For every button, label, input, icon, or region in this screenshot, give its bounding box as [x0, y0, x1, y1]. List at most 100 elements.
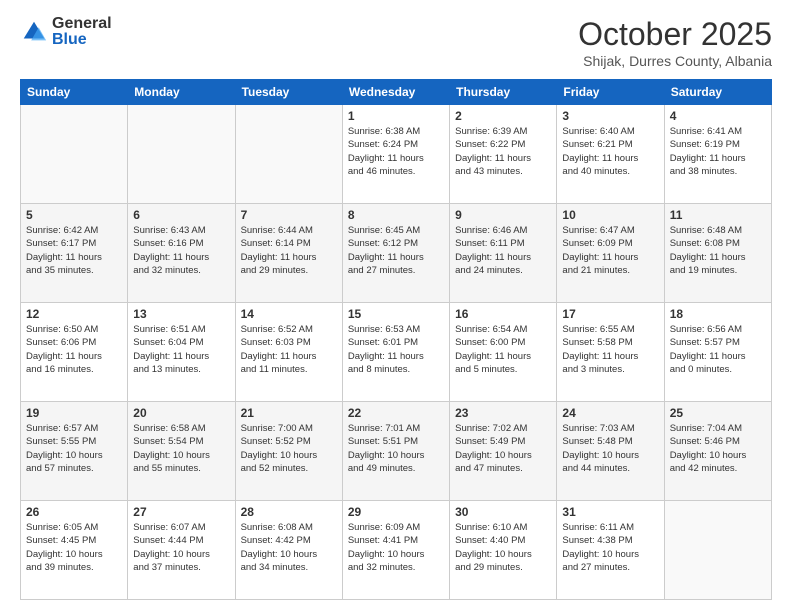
day-number: 19 [26, 406, 122, 420]
day-info: Sunrise: 6:38 AM Sunset: 6:24 PM Dayligh… [348, 125, 444, 178]
calendar-cell-w1-d4: 9Sunrise: 6:46 AM Sunset: 6:11 PM Daylig… [450, 204, 557, 303]
calendar-cell-w3-d3: 22Sunrise: 7:01 AM Sunset: 5:51 PM Dayli… [342, 402, 449, 501]
calendar-cell-w4-d3: 29Sunrise: 6:09 AM Sunset: 4:41 PM Dayli… [342, 501, 449, 600]
weekday-header-row: Sunday Monday Tuesday Wednesday Thursday… [21, 80, 772, 105]
calendar-cell-w3-d0: 19 Sunrise: 6:57 AM Sunset: 5:55 PM Dayli… [21, 402, 128, 501]
day-number: 9 [455, 208, 551, 222]
day-info: Sunrise: 6:05 AM Sunset: 4:45 PM Dayligh… [26, 521, 122, 574]
day-info: Sunrise: 7:01 AM Sunset: 5:51 PM Dayligh… [348, 422, 444, 475]
day-info: Sunrise: 6:42 AM Sunset: 6:17 PM Dayligh… [26, 224, 122, 277]
day-number: 28 [241, 505, 337, 519]
day-number: 2 [455, 109, 551, 123]
day-number: 27 [133, 505, 229, 519]
logo-text: General Blue [52, 16, 112, 48]
calendar-cell-w4-d2: 28 Sunrise: 6:08 AM Sunset: 4:42 PM Dayli… [235, 501, 342, 600]
header-saturday: Saturday [664, 80, 771, 105]
day-info: Sunrise: 6:10 AM Sunset: 4:40 PM Dayligh… [455, 521, 551, 574]
day-info: Sunrise: 7:02 AM Sunset: 5:49 PM Dayligh… [455, 422, 551, 475]
day-number: 25 [670, 406, 766, 420]
header-tuesday: Tuesday [235, 80, 342, 105]
calendar-cell-w0-d5: 3Sunrise: 6:40 AM Sunset: 6:21 PM Daylig… [557, 105, 664, 204]
calendar-cell-w2-d1: 13 Sunrise: 6:51 AM Sunset: 6:04 PM Dayli… [128, 303, 235, 402]
day-number: 14 [241, 307, 337, 321]
day-info: Sunrise: 6:47 AM Sunset: 6:09 PM Dayligh… [562, 224, 658, 277]
day-info: Sunrise: 6:55 AM Sunset: 5:58 PM Dayligh… [562, 323, 658, 376]
logo-general-text: General [52, 16, 112, 32]
day-info: Sunrise: 6:44 AM Sunset: 6:14 PM Dayligh… [241, 224, 337, 277]
week-row-3: 19 Sunrise: 6:57 AM Sunset: 5:55 PM Dayli… [21, 402, 772, 501]
day-number: 20 [133, 406, 229, 420]
calendar-cell-w1-d0: 5 Sunrise: 6:42 AM Sunset: 6:17 PM Daylig… [21, 204, 128, 303]
day-info: Sunrise: 6:08 AM Sunset: 4:42 PM Dayligh… [241, 521, 337, 574]
calendar-cell-w3-d2: 21 Sunrise: 7:00 AM Sunset: 5:52 PM Dayli… [235, 402, 342, 501]
calendar-cell-w0-d4: 2Sunrise: 6:39 AM Sunset: 6:22 PM Daylig… [450, 105, 557, 204]
header-wednesday: Wednesday [342, 80, 449, 105]
logo: General Blue [20, 16, 112, 48]
header-monday: Monday [128, 80, 235, 105]
calendar-cell-w0-d1 [128, 105, 235, 204]
day-info: Sunrise: 6:53 AM Sunset: 6:01 PM Dayligh… [348, 323, 444, 376]
day-number: 30 [455, 505, 551, 519]
day-number: 3 [562, 109, 658, 123]
day-info: Sunrise: 6:57 AM Sunset: 5:55 PM Dayligh… [26, 422, 122, 475]
day-info: Sunrise: 7:00 AM Sunset: 5:52 PM Dayligh… [241, 422, 337, 475]
page: General Blue October 2025 Shijak, Durres… [0, 0, 792, 612]
calendar-cell-w0-d0 [21, 105, 128, 204]
day-number: 5 [26, 208, 122, 222]
day-info: Sunrise: 6:56 AM Sunset: 5:57 PM Dayligh… [670, 323, 766, 376]
day-number: 1 [348, 109, 444, 123]
calendar-cell-w2-d4: 16 Sunrise: 6:54 AM Sunset: 6:00 PM Dayli… [450, 303, 557, 402]
week-row-0: 1 Sunrise: 6:38 AM Sunset: 6:24 PM Daylig… [21, 105, 772, 204]
calendar-cell-w1-d5: 10 Sunrise: 6:47 AM Sunset: 6:09 PM Dayli… [557, 204, 664, 303]
day-number: 31 [562, 505, 658, 519]
day-info: Sunrise: 6:11 AM Sunset: 4:38 PM Dayligh… [562, 521, 658, 574]
day-number: 12 [26, 307, 122, 321]
calendar-cell-w4-d1: 27 Sunrise: 6:07 AM Sunset: 4:44 PM Dayli… [128, 501, 235, 600]
day-info: Sunrise: 6:58 AM Sunset: 5:54 PM Dayligh… [133, 422, 229, 475]
logo-icon [20, 18, 48, 46]
day-number: 21 [241, 406, 337, 420]
calendar-cell-w1-d2: 7 Sunrise: 6:44 AM Sunset: 6:14 PM Daylig… [235, 204, 342, 303]
month-title: October 2025 [578, 16, 772, 53]
day-number: 18 [670, 307, 766, 321]
day-number: 4 [670, 109, 766, 123]
week-row-1: 5 Sunrise: 6:42 AM Sunset: 6:17 PM Daylig… [21, 204, 772, 303]
day-number: 15 [348, 307, 444, 321]
day-number: 7 [241, 208, 337, 222]
day-info: Sunrise: 6:50 AM Sunset: 6:06 PM Dayligh… [26, 323, 122, 376]
location: Shijak, Durres County, Albania [578, 53, 772, 69]
week-row-4: 26Sunrise: 6:05 AM Sunset: 4:45 PM Dayli… [21, 501, 772, 600]
day-number: 16 [455, 307, 551, 321]
calendar-cell-w2-d3: 15 Sunrise: 6:53 AM Sunset: 6:01 PM Dayli… [342, 303, 449, 402]
calendar-cell-w4-d6 [664, 501, 771, 600]
calendar-cell-w2-d2: 14Sunrise: 6:52 AM Sunset: 6:03 PM Dayli… [235, 303, 342, 402]
day-number: 10 [562, 208, 658, 222]
calendar-cell-w0-d3: 1 Sunrise: 6:38 AM Sunset: 6:24 PM Daylig… [342, 105, 449, 204]
calendar-cell-w4-d0: 26Sunrise: 6:05 AM Sunset: 4:45 PM Dayli… [21, 501, 128, 600]
calendar-cell-w3-d5: 24Sunrise: 7:03 AM Sunset: 5:48 PM Dayli… [557, 402, 664, 501]
day-info: Sunrise: 6:48 AM Sunset: 6:08 PM Dayligh… [670, 224, 766, 277]
day-info: Sunrise: 6:41 AM Sunset: 6:19 PM Dayligh… [670, 125, 766, 178]
header-sunday: Sunday [21, 80, 128, 105]
title-block: October 2025 Shijak, Durres County, Alba… [578, 16, 772, 69]
header-thursday: Thursday [450, 80, 557, 105]
calendar-cell-w1-d3: 8 Sunrise: 6:45 AM Sunset: 6:12 PM Daylig… [342, 204, 449, 303]
calendar-table: Sunday Monday Tuesday Wednesday Thursday… [20, 79, 772, 600]
day-info: Sunrise: 6:45 AM Sunset: 6:12 PM Dayligh… [348, 224, 444, 277]
header-friday: Friday [557, 80, 664, 105]
day-info: Sunrise: 6:07 AM Sunset: 4:44 PM Dayligh… [133, 521, 229, 574]
header: General Blue October 2025 Shijak, Durres… [20, 16, 772, 69]
calendar-cell-w3-d1: 20 Sunrise: 6:58 AM Sunset: 5:54 PM Dayli… [128, 402, 235, 501]
day-number: 8 [348, 208, 444, 222]
day-info: Sunrise: 6:54 AM Sunset: 6:00 PM Dayligh… [455, 323, 551, 376]
day-info: Sunrise: 7:04 AM Sunset: 5:46 PM Dayligh… [670, 422, 766, 475]
calendar-cell-w3-d6: 25 Sunrise: 7:04 AM Sunset: 5:46 PM Dayli… [664, 402, 771, 501]
day-number: 13 [133, 307, 229, 321]
day-info: Sunrise: 6:51 AM Sunset: 6:04 PM Dayligh… [133, 323, 229, 376]
day-info: Sunrise: 6:43 AM Sunset: 6:16 PM Dayligh… [133, 224, 229, 277]
day-number: 29 [348, 505, 444, 519]
calendar-cell-w2-d6: 18 Sunrise: 6:56 AM Sunset: 5:57 PM Dayli… [664, 303, 771, 402]
day-number: 23 [455, 406, 551, 420]
day-number: 17 [562, 307, 658, 321]
day-info: Sunrise: 7:03 AM Sunset: 5:48 PM Dayligh… [562, 422, 658, 475]
